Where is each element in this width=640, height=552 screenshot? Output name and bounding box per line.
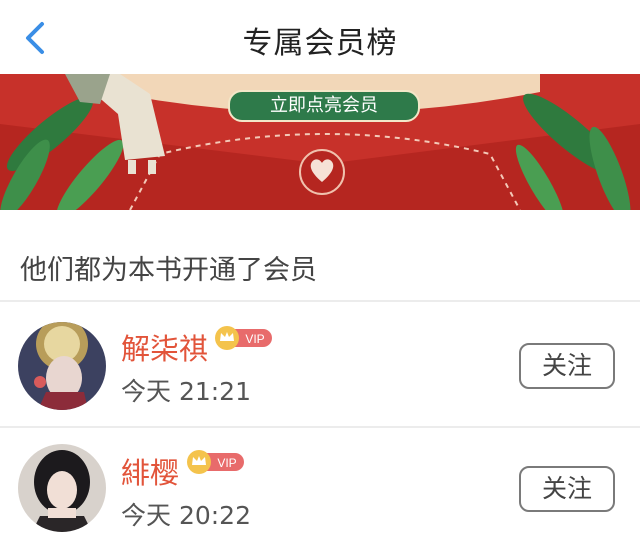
avatar[interactable] xyxy=(18,444,106,532)
vip-badge-text: VIP xyxy=(245,332,264,346)
member-row[interactable]: 緋樱 VIP 今天 20:22 关注 xyxy=(0,428,640,552)
member-name[interactable]: 解柒祺 xyxy=(121,326,208,368)
section-heading: 他们都为本书开通了会员 xyxy=(20,255,317,286)
avatar[interactable] xyxy=(18,322,106,410)
top-bar: 专属会员榜 xyxy=(0,0,640,74)
follow-button[interactable]: 关注 xyxy=(519,343,615,389)
activate-membership-label: 立即点亮会员 xyxy=(270,95,378,116)
activate-membership-button[interactable]: 立即点亮会员 xyxy=(228,90,420,122)
membership-banner[interactable]: 立即点亮会员 xyxy=(0,74,640,210)
vip-badge-text: VIP xyxy=(217,456,236,470)
member-row[interactable]: 解柒祺 VIP 今天 21:21 关注 xyxy=(0,302,640,426)
follow-button[interactable]: 关注 xyxy=(519,466,615,512)
member-name[interactable]: 緋樱 xyxy=(121,450,179,492)
vip-badge: VIP xyxy=(215,326,272,350)
member-time: 今天 21:21 xyxy=(121,377,251,406)
vip-badge: VIP xyxy=(187,450,244,474)
page-title: 专属会员榜 xyxy=(242,26,398,61)
member-time: 今天 20:22 xyxy=(121,501,251,530)
